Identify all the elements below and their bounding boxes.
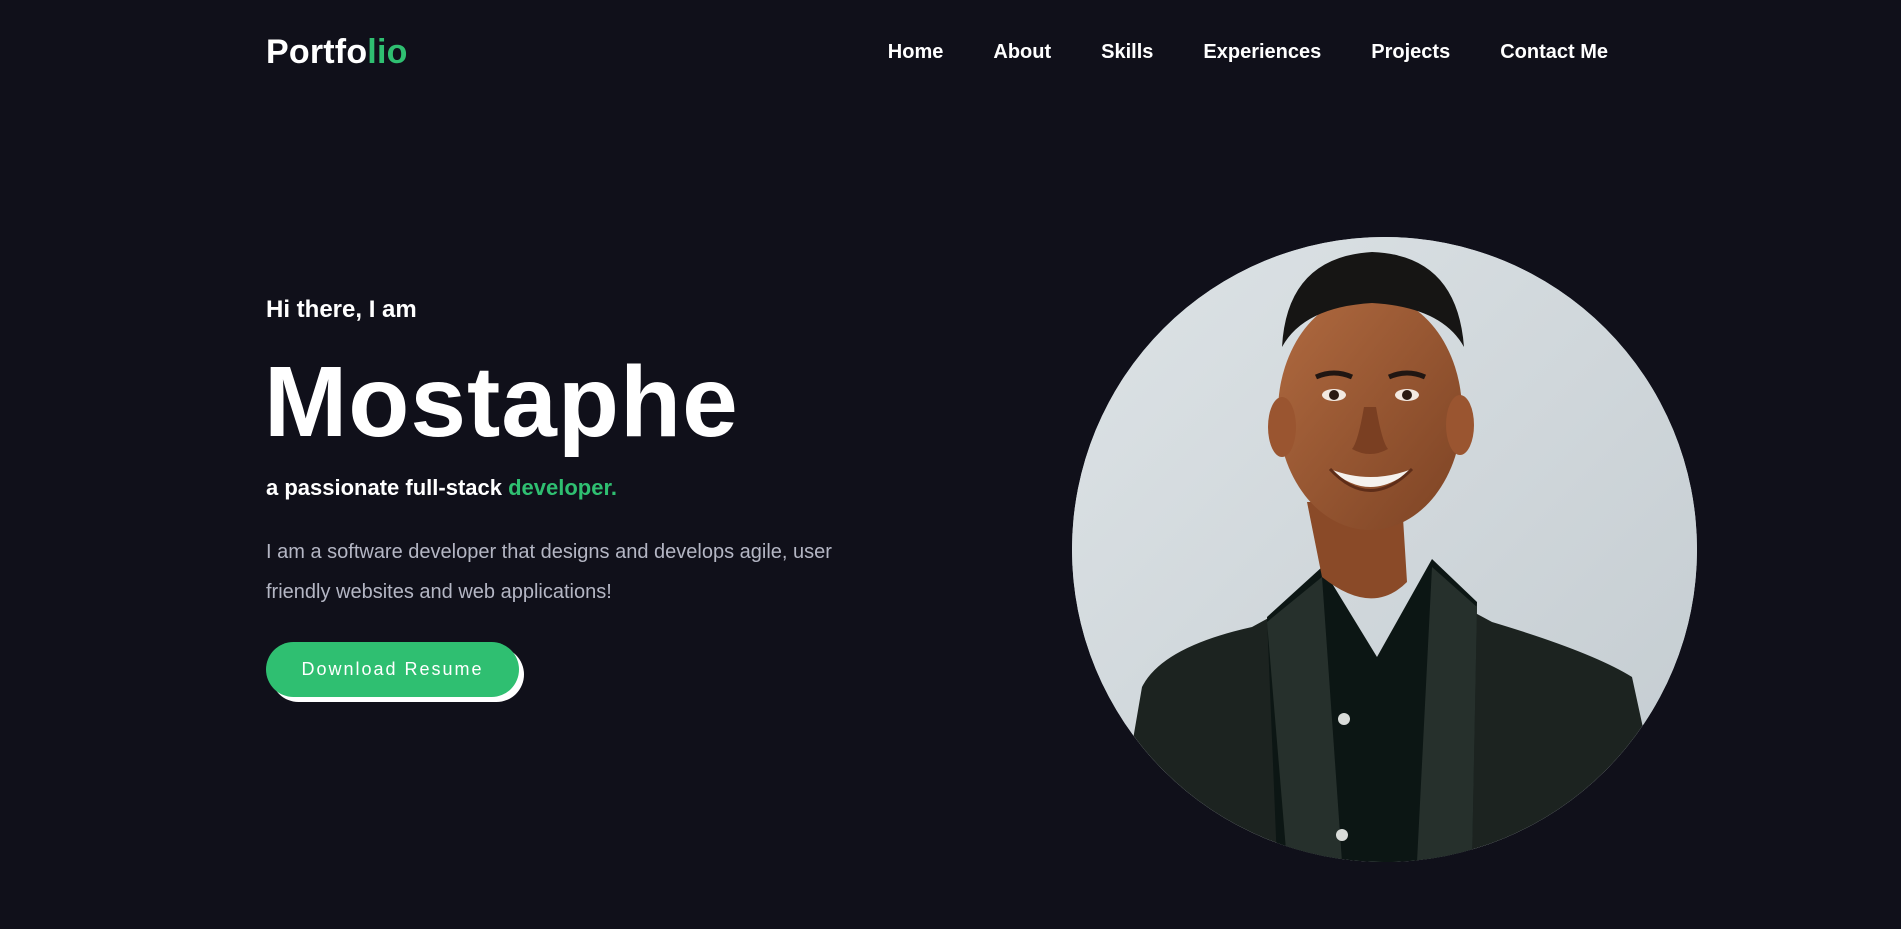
nav-contact-me[interactable]: Contact Me (1500, 38, 1608, 66)
download-resume-wrapper: Download Resume (266, 642, 524, 702)
nav-experiences[interactable]: Experiences (1203, 38, 1321, 66)
site-logo[interactable]: Portfolio (266, 30, 408, 74)
page: Portfolio Home About Skills Experiences … (0, 0, 1901, 929)
logo-text-accent: lio (367, 33, 408, 71)
profile-photo-illustration (1072, 237, 1697, 862)
profile-photo (1072, 237, 1697, 862)
nav-projects[interactable]: Projects (1371, 38, 1450, 66)
download-resume-button[interactable]: Download Resume (266, 642, 519, 697)
tagline-accent: developer. (508, 475, 617, 500)
nav-home[interactable]: Home (888, 38, 944, 66)
main-nav: Home About Skills Experiences Projects C… (888, 38, 1608, 66)
hero-greeting: Hi there, I am (266, 296, 417, 323)
hero-tagline: a passionate full-stack developer. (266, 473, 617, 503)
hero-bio: I am a software developer that designs a… (266, 541, 832, 603)
nav-skills[interactable]: Skills (1101, 38, 1153, 66)
nav-about[interactable]: About (993, 38, 1051, 66)
logo-text-main: Portfo (266, 33, 368, 71)
hero-name: Mostaphe (264, 346, 739, 458)
tagline-main: a passionate full-stack (266, 475, 502, 500)
